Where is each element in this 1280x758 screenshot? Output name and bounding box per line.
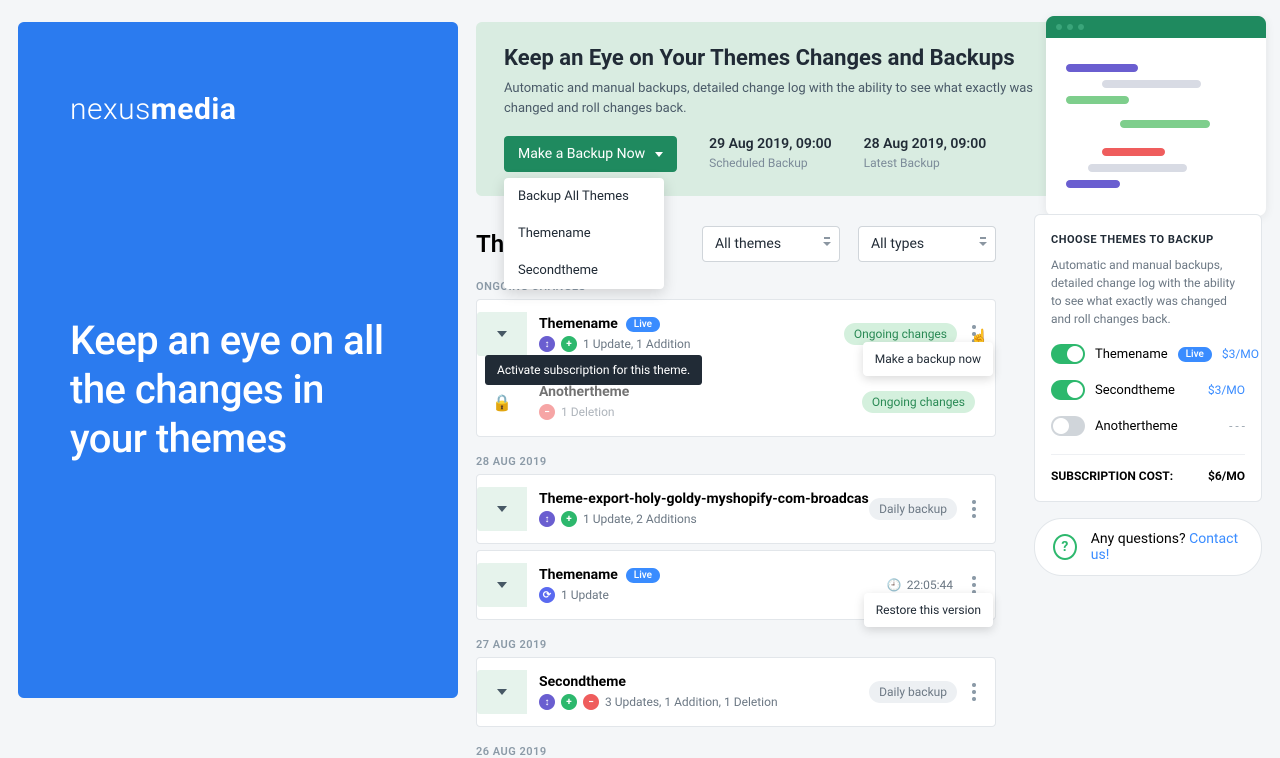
sidebar-text: Automatic and manual backups, detailed c… <box>1051 256 1245 328</box>
brand-logo: nexusmedia <box>70 92 406 127</box>
banner-subtitle: Automatic and manual backups, detailed c… <box>504 79 1044 118</box>
subscription-tooltip: Activate subscription for this theme. <box>485 355 702 385</box>
scheduled-label: Scheduled Backup <box>709 156 832 170</box>
backup-time: 🕘22:05:44 <box>887 578 953 592</box>
date-aug27: 27 AUG 2019 <box>476 638 996 651</box>
make-backup-label: Make a Backup Now <box>518 146 645 162</box>
contact-text: Any questions? <box>1091 531 1189 547</box>
deletion-icon: − <box>539 404 555 420</box>
addition-icon: + <box>561 511 577 527</box>
theme-toggle-1[interactable] <box>1051 344 1085 364</box>
latest-date: 28 Aug 2019, 09:00 <box>864 136 987 152</box>
row-title: Themename <box>539 316 618 332</box>
status-pill: Daily backup <box>869 498 957 520</box>
question-icon: ? <box>1053 534 1077 560</box>
row-title: Anothertheme <box>539 384 629 400</box>
addition-icon: + <box>561 694 577 710</box>
date-aug28: 28 AUG 2019 <box>476 455 996 468</box>
live-badge: Live <box>626 568 660 583</box>
status-pill: Daily backup <box>869 681 957 703</box>
window-mock-illustration <box>1046 16 1266 216</box>
row-title: Theme-export-holy-goldy-myshopify-com-br… <box>539 491 869 507</box>
row-title: Themename <box>539 567 618 583</box>
row-menu-popup[interactable]: Restore this version <box>864 593 993 627</box>
hero-title: Keep an eye on all the changes in your t… <box>70 317 406 463</box>
theme-toggle-2[interactable] <box>1051 380 1085 400</box>
update-icon: ↕ <box>539 694 555 710</box>
row-title: Secondtheme <box>539 674 626 690</box>
theme-price: $3/MO <box>1222 347 1259 361</box>
theme-toggle-3[interactable] <box>1051 416 1085 436</box>
row-menu-button[interactable] <box>965 496 983 522</box>
themes-sidebar: CHOOSE THEMES TO BACKUP Automatic and ma… <box>1034 214 1262 502</box>
deletion-icon: − <box>583 694 599 710</box>
backup-dropdown: Backup All Themes Themename Secondtheme <box>504 178 664 289</box>
date-aug26: 26 AUG 2019 <box>476 745 996 758</box>
clock-icon: 🕘 <box>887 578 902 592</box>
cycle-icon: ⟳ <box>539 587 555 603</box>
chevron-down-icon <box>497 506 507 512</box>
update-icon: ↕ <box>539 336 555 352</box>
expand-button[interactable] <box>477 670 527 714</box>
latest-label: Latest Backup <box>864 156 987 170</box>
live-badge: Live <box>1178 347 1212 362</box>
expand-button[interactable] <box>477 563 527 607</box>
banner: Keep an Eye on Your Themes Changes and B… <box>476 22 1262 196</box>
dropdown-item-all[interactable]: Backup All Themes <box>504 178 664 215</box>
chevron-down-icon <box>497 582 507 588</box>
theme-price: $3/MO <box>1208 383 1245 397</box>
row-menu-button[interactable] <box>965 679 983 705</box>
live-badge: Live <box>626 317 660 332</box>
dropdown-item-1[interactable]: Themename <box>504 215 664 252</box>
addition-icon: + <box>561 336 577 352</box>
scheduled-date: 29 Aug 2019, 09:00 <box>709 136 832 152</box>
theme-name: Secondtheme <box>1095 383 1175 398</box>
cost-label: SUBSCRIPTION COST: <box>1051 469 1173 483</box>
update-icon: ↕ <box>539 511 555 527</box>
sidebar-title: CHOOSE THEMES TO BACKUP <box>1051 233 1245 246</box>
row-menu-popup[interactable]: Make a backup now <box>863 342 993 376</box>
expand-button[interactable] <box>477 487 527 531</box>
types-filter[interactable]: All types <box>858 226 996 262</box>
themes-filter[interactable]: All themes <box>702 226 840 262</box>
make-backup-button[interactable]: Make a Backup Now Backup All Themes Them… <box>504 136 677 172</box>
chevron-down-icon <box>497 689 507 695</box>
theme-name: Anothertheme <box>1095 419 1178 434</box>
theme-price: - - - <box>1229 419 1245 433</box>
status-pill: Ongoing changes <box>862 391 975 413</box>
hero-banner: nexusmedia Keep an eye on all the change… <box>18 22 458 698</box>
contact-card: ? Any questions? Contact us! <box>1034 518 1262 576</box>
cost-value: $6/MO <box>1208 469 1245 483</box>
caret-down-icon <box>655 152 663 157</box>
dropdown-item-2[interactable]: Secondtheme <box>504 252 664 289</box>
lock-icon: 🔒 <box>477 380 527 424</box>
chevron-down-icon <box>497 331 507 337</box>
expand-button[interactable] <box>477 312 527 356</box>
theme-name: Themename <box>1095 347 1168 362</box>
